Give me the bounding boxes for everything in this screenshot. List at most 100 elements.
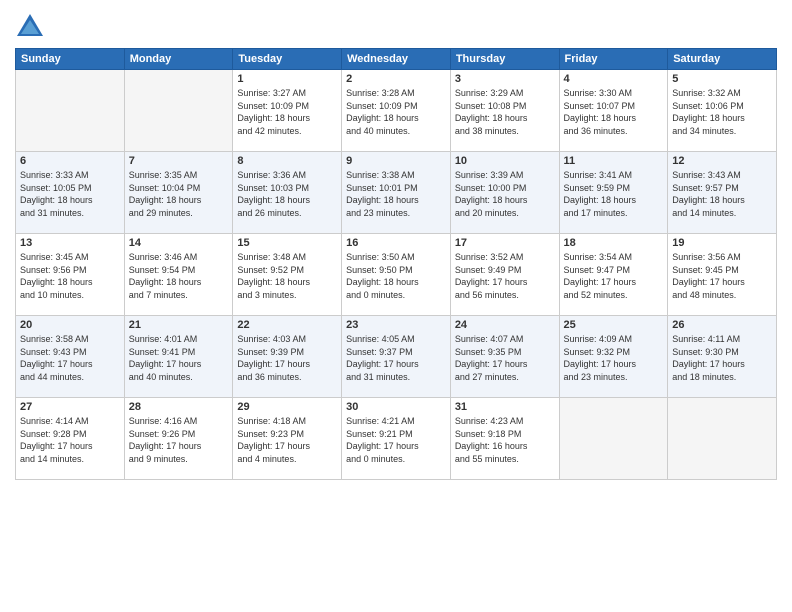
day-number: 15 bbox=[237, 237, 337, 249]
calendar-cell: 14Sunrise: 3:46 AM Sunset: 9:54 PM Dayli… bbox=[124, 234, 233, 316]
calendar-week-row: 20 Sunrise: 3:58 AM Sunset: 9:43 PM Dayli… bbox=[16, 316, 777, 398]
day-number: 16 bbox=[346, 237, 446, 249]
weekday-header: Tuesday bbox=[233, 49, 342, 70]
day-info: Sunrise: 3:48 AM Sunset: 9:52 PM Dayligh… bbox=[237, 251, 337, 301]
day-number: 9 bbox=[346, 155, 446, 167]
day-number: 30 bbox=[346, 401, 446, 413]
calendar-cell: 30 Sunrise: 4:21 AM Sunset: 9:21 PM Dayli… bbox=[342, 398, 451, 480]
day-number: 29 bbox=[237, 401, 337, 413]
day-info: Sunrise: 4:09 AM Sunset: 9:32 PM Dayligh… bbox=[564, 333, 664, 383]
calendar-cell: 23Sunrise: 4:05 AM Sunset: 9:37 PM Dayli… bbox=[342, 316, 451, 398]
calendar-cell: 28 Sunrise: 4:16 AM Sunset: 9:26 PM Dayli… bbox=[124, 398, 233, 480]
logo-icon bbox=[15, 10, 45, 40]
calendar-cell: 27 Sunrise: 4:14 AM Sunset: 9:28 PM Dayli… bbox=[16, 398, 125, 480]
day-number: 6 bbox=[20, 155, 120, 167]
calendar-cell: 4Sunrise: 3:30 AM Sunset: 10:07 PM Dayli… bbox=[559, 70, 668, 152]
day-number: 22 bbox=[237, 319, 337, 331]
day-info: Sunrise: 4:14 AM Sunset: 9:28 PM Dayligh… bbox=[20, 415, 120, 465]
weekday-header: Saturday bbox=[668, 49, 777, 70]
calendar-cell bbox=[559, 398, 668, 480]
day-info: Sunrise: 3:35 AM Sunset: 10:04 PM Daylig… bbox=[129, 169, 229, 219]
calendar-cell: 3 Sunrise: 3:29 AM Sunset: 10:08 PM Dayli… bbox=[450, 70, 559, 152]
day-info: Sunrise: 4:11 AM Sunset: 9:30 PM Dayligh… bbox=[672, 333, 772, 383]
calendar-cell: 12 Sunrise: 3:43 AM Sunset: 9:57 PM Dayli… bbox=[668, 152, 777, 234]
weekday-header: Thursday bbox=[450, 49, 559, 70]
day-number: 13 bbox=[20, 237, 120, 249]
calendar-cell: 13 Sunrise: 3:45 AM Sunset: 9:56 PM Dayli… bbox=[16, 234, 125, 316]
day-info: Sunrise: 3:32 AM Sunset: 10:06 PM Daylig… bbox=[672, 87, 772, 137]
day-info: Sunrise: 4:16 AM Sunset: 9:26 PM Dayligh… bbox=[129, 415, 229, 465]
day-info: Sunrise: 3:28 AM Sunset: 10:09 PM Daylig… bbox=[346, 87, 446, 137]
day-number: 28 bbox=[129, 401, 229, 413]
weekday-header: Wednesday bbox=[342, 49, 451, 70]
day-info: Sunrise: 3:45 AM Sunset: 9:56 PM Dayligh… bbox=[20, 251, 120, 301]
calendar-cell: 31 Sunrise: 4:23 AM Sunset: 9:18 PM Dayli… bbox=[450, 398, 559, 480]
day-info: Sunrise: 3:43 AM Sunset: 9:57 PM Dayligh… bbox=[672, 169, 772, 219]
day-number: 25 bbox=[564, 319, 664, 331]
day-number: 31 bbox=[455, 401, 555, 413]
day-number: 3 bbox=[455, 73, 555, 85]
calendar-cell: 11 Sunrise: 3:41 AM Sunset: 9:59 PM Dayli… bbox=[559, 152, 668, 234]
day-number: 24 bbox=[455, 319, 555, 331]
calendar-cell: 5 Sunrise: 3:32 AM Sunset: 10:06 PM Dayli… bbox=[668, 70, 777, 152]
day-info: Sunrise: 4:21 AM Sunset: 9:21 PM Dayligh… bbox=[346, 415, 446, 465]
calendar-cell: 8 Sunrise: 3:36 AM Sunset: 10:03 PM Dayli… bbox=[233, 152, 342, 234]
calendar-cell: 29 Sunrise: 4:18 AM Sunset: 9:23 PM Dayli… bbox=[233, 398, 342, 480]
day-number: 10 bbox=[455, 155, 555, 167]
day-info: Sunrise: 3:39 AM Sunset: 10:00 PM Daylig… bbox=[455, 169, 555, 219]
day-info: Sunrise: 3:56 AM Sunset: 9:45 PM Dayligh… bbox=[672, 251, 772, 301]
day-number: 17 bbox=[455, 237, 555, 249]
day-number: 5 bbox=[672, 73, 772, 85]
calendar-cell: 15 Sunrise: 3:48 AM Sunset: 9:52 PM Dayli… bbox=[233, 234, 342, 316]
day-number: 18 bbox=[564, 237, 664, 249]
day-info: Sunrise: 3:58 AM Sunset: 9:43 PM Dayligh… bbox=[20, 333, 120, 383]
day-info: Sunrise: 3:29 AM Sunset: 10:08 PM Daylig… bbox=[455, 87, 555, 137]
calendar-week-row: 1 Sunrise: 3:27 AM Sunset: 10:09 PM Dayli… bbox=[16, 70, 777, 152]
day-info: Sunrise: 3:36 AM Sunset: 10:03 PM Daylig… bbox=[237, 169, 337, 219]
day-info: Sunrise: 3:27 AM Sunset: 10:09 PM Daylig… bbox=[237, 87, 337, 137]
day-info: Sunrise: 3:30 AM Sunset: 10:07 PM Daylig… bbox=[564, 87, 664, 137]
weekday-header: Friday bbox=[559, 49, 668, 70]
day-number: 21 bbox=[129, 319, 229, 331]
calendar: SundayMondayTuesdayWednesdayThursdayFrid… bbox=[15, 48, 777, 480]
day-number: 11 bbox=[564, 155, 664, 167]
calendar-cell bbox=[124, 70, 233, 152]
day-info: Sunrise: 3:52 AM Sunset: 9:49 PM Dayligh… bbox=[455, 251, 555, 301]
calendar-week-row: 6Sunrise: 3:33 AM Sunset: 10:05 PM Dayli… bbox=[16, 152, 777, 234]
calendar-cell: 1 Sunrise: 3:27 AM Sunset: 10:09 PM Dayli… bbox=[233, 70, 342, 152]
day-number: 7 bbox=[129, 155, 229, 167]
day-info: Sunrise: 3:38 AM Sunset: 10:01 PM Daylig… bbox=[346, 169, 446, 219]
calendar-cell: 25 Sunrise: 4:09 AM Sunset: 9:32 PM Dayli… bbox=[559, 316, 668, 398]
day-info: Sunrise: 4:01 AM Sunset: 9:41 PM Dayligh… bbox=[129, 333, 229, 383]
calendar-cell: 10 Sunrise: 3:39 AM Sunset: 10:00 PM Dayl… bbox=[450, 152, 559, 234]
calendar-header-row: SundayMondayTuesdayWednesdayThursdayFrid… bbox=[16, 49, 777, 70]
calendar-cell: 6Sunrise: 3:33 AM Sunset: 10:05 PM Dayli… bbox=[16, 152, 125, 234]
calendar-body: 1 Sunrise: 3:27 AM Sunset: 10:09 PM Dayli… bbox=[16, 70, 777, 480]
calendar-week-row: 13 Sunrise: 3:45 AM Sunset: 9:56 PM Dayli… bbox=[16, 234, 777, 316]
day-info: Sunrise: 3:41 AM Sunset: 9:59 PM Dayligh… bbox=[564, 169, 664, 219]
day-number: 8 bbox=[237, 155, 337, 167]
calendar-cell: 2Sunrise: 3:28 AM Sunset: 10:09 PM Dayli… bbox=[342, 70, 451, 152]
calendar-cell: 22 Sunrise: 4:03 AM Sunset: 9:39 PM Dayli… bbox=[233, 316, 342, 398]
calendar-cell: 16 Sunrise: 3:50 AM Sunset: 9:50 PM Dayli… bbox=[342, 234, 451, 316]
calendar-cell: 17 Sunrise: 3:52 AM Sunset: 9:49 PM Dayli… bbox=[450, 234, 559, 316]
day-number: 12 bbox=[672, 155, 772, 167]
day-info: Sunrise: 4:07 AM Sunset: 9:35 PM Dayligh… bbox=[455, 333, 555, 383]
calendar-cell: 7 Sunrise: 3:35 AM Sunset: 10:04 PM Dayli… bbox=[124, 152, 233, 234]
weekday-header: Sunday bbox=[16, 49, 125, 70]
day-info: Sunrise: 4:18 AM Sunset: 9:23 PM Dayligh… bbox=[237, 415, 337, 465]
day-info: Sunrise: 4:05 AM Sunset: 9:37 PM Dayligh… bbox=[346, 333, 446, 383]
calendar-week-row: 27 Sunrise: 4:14 AM Sunset: 9:28 PM Dayli… bbox=[16, 398, 777, 480]
day-number: 1 bbox=[237, 73, 337, 85]
day-info: Sunrise: 4:23 AM Sunset: 9:18 PM Dayligh… bbox=[455, 415, 555, 465]
day-number: 27 bbox=[20, 401, 120, 413]
day-info: Sunrise: 3:54 AM Sunset: 9:47 PM Dayligh… bbox=[564, 251, 664, 301]
day-number: 20 bbox=[20, 319, 120, 331]
calendar-cell: 19Sunrise: 3:56 AM Sunset: 9:45 PM Dayli… bbox=[668, 234, 777, 316]
day-number: 26 bbox=[672, 319, 772, 331]
day-info: Sunrise: 3:50 AM Sunset: 9:50 PM Dayligh… bbox=[346, 251, 446, 301]
calendar-cell: 9 Sunrise: 3:38 AM Sunset: 10:01 PM Dayli… bbox=[342, 152, 451, 234]
day-info: Sunrise: 4:03 AM Sunset: 9:39 PM Dayligh… bbox=[237, 333, 337, 383]
calendar-cell: 18 Sunrise: 3:54 AM Sunset: 9:47 PM Dayli… bbox=[559, 234, 668, 316]
day-info: Sunrise: 3:46 AM Sunset: 9:54 PM Dayligh… bbox=[129, 251, 229, 301]
